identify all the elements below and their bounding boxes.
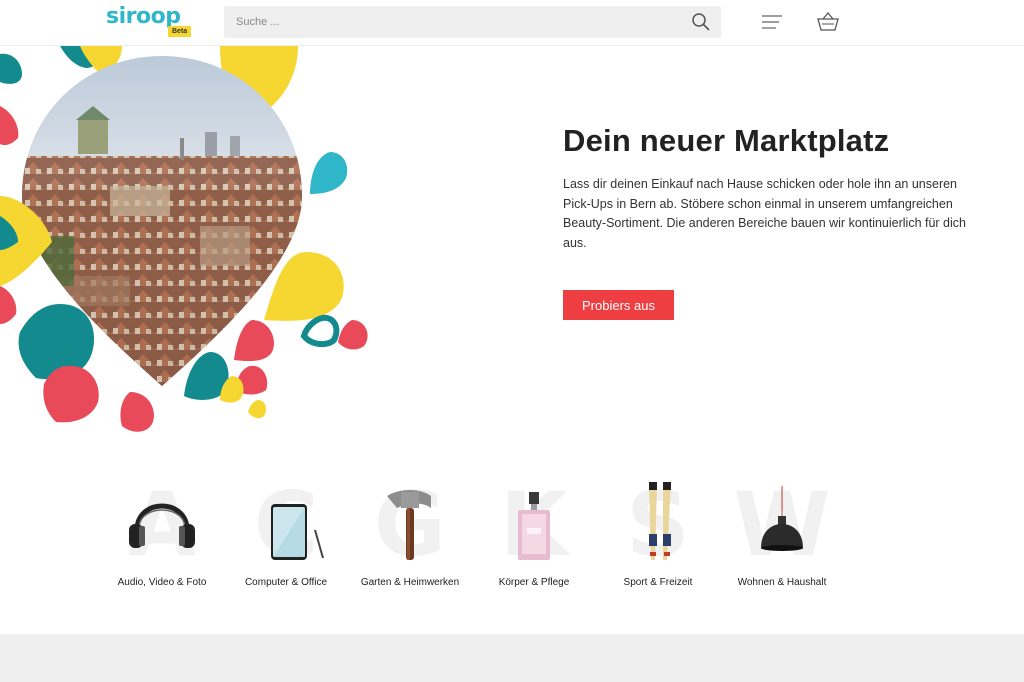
- category-label: Sport & Freizeit: [623, 577, 693, 588]
- perfume-icon: [489, 478, 579, 564]
- category-label: Wohnen & Haushalt: [737, 577, 827, 588]
- lamp-icon: [737, 478, 827, 564]
- siroop-logo[interactable]: siroop Beta: [106, 4, 196, 40]
- site-header: siroop Beta: [0, 0, 1024, 46]
- ski-icon: [613, 478, 703, 564]
- footer-band: [0, 634, 1024, 682]
- hero-illustration: [0, 46, 380, 446]
- category-home[interactable]: W Wohnen & Haushalt: [720, 478, 844, 598]
- menu-icon[interactable]: [760, 11, 784, 33]
- search-icon[interactable]: [691, 12, 711, 32]
- category-computer[interactable]: C Computer & Office: [224, 478, 348, 598]
- category-garden[interactable]: G Garten & Heimwerken: [348, 478, 472, 598]
- search-bar: [224, 6, 721, 38]
- search-input[interactable]: [224, 6, 684, 38]
- category-label: Körper & Pflege: [498, 577, 570, 588]
- hero-description: Lass dir deinen Einkauf nach Hause schic…: [563, 177, 966, 250]
- category-body-care[interactable]: K Körper & Pflege: [472, 478, 596, 598]
- category-label: Computer & Office: [244, 577, 328, 588]
- try-it-button[interactable]: Probiers aus: [563, 290, 674, 320]
- beta-badge: Beta: [168, 26, 192, 37]
- category-label: Garten & Heimwerken: [360, 577, 460, 588]
- category-audio[interactable]: A Audio, Video & Foto: [100, 478, 224, 598]
- category-sport[interactable]: S Sport & Freizeit: [596, 478, 720, 598]
- basket-icon[interactable]: [815, 10, 841, 34]
- hammer-icon: [365, 478, 455, 564]
- category-label: Audio, Video & Foto: [117, 577, 207, 588]
- category-list: A Audio, Video & Foto C Computer & Offic…: [100, 478, 860, 598]
- tablet-icon: [241, 478, 331, 564]
- hero-title: Dein neuer Marktplatz: [563, 123, 890, 158]
- headphones-icon: [117, 478, 207, 564]
